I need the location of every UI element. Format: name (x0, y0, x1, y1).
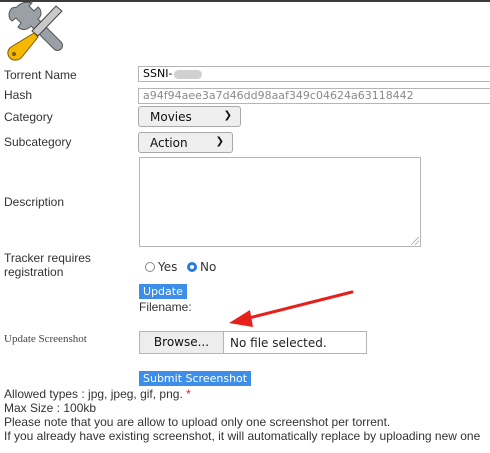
description-label: Description (4, 195, 65, 209)
top-bar (0, 0, 490, 2)
redacted-blur (174, 69, 203, 79)
tracker-yes-radio[interactable] (145, 262, 155, 272)
torrent-name-label: Torrent Name (4, 68, 77, 82)
tracker-label-line2: registration (4, 265, 64, 279)
update-screenshot-label: Update Screenshot (4, 333, 87, 345)
update-button[interactable]: Update (139, 284, 187, 299)
hash-input[interactable]: a94f94aee3a7d46dd98aaf349c04624a63118442 (138, 88, 490, 104)
one-screenshot-note: Please note that you are allow to upload… (4, 415, 391, 429)
replace-note: If you already have existing screenshot,… (4, 429, 481, 443)
category-label: Category (4, 110, 53, 124)
tracker-label-line1: Tracker requires (4, 251, 91, 265)
hash-label: Hash (4, 88, 33, 102)
allowed-types-note: Allowed types : jpg, jpeg, gif, png. * (4, 388, 191, 401)
chevron-down-icon: ❯ (215, 136, 224, 147)
browse-button[interactable]: Browse... (140, 332, 224, 353)
submit-screenshot-button[interactable]: Submit Screenshot (139, 371, 252, 386)
description-textarea[interactable] (139, 157, 421, 247)
torrent-name-value: SSNI- (143, 67, 173, 80)
allowed-types-text: Allowed types : jpg, jpeg, gif, png. (4, 387, 183, 401)
tracker-yes-label: Yes (158, 260, 178, 274)
resize-grip-icon[interactable] (411, 237, 419, 245)
wrench-screwdriver-icon (7, 2, 63, 61)
category-selected-value: Movies (150, 110, 192, 124)
no-file-text: No file selected. (230, 336, 327, 350)
tracker-no-radio[interactable] (187, 262, 197, 272)
screenshot-file-input[interactable]: Browse... No file selected. (139, 331, 367, 354)
subcategory-selected-value: Action (150, 136, 188, 150)
tracker-no-label: No (200, 260, 217, 274)
torrent-name-input[interactable]: SSNI- (138, 66, 490, 82)
required-mark: * (186, 387, 191, 401)
filename-label: Filename: (139, 300, 192, 314)
chevron-down-icon: ❯ (223, 110, 232, 121)
subcategory-label: Subcategory (4, 135, 72, 149)
subcategory-select[interactable]: Action ❯ (138, 132, 233, 153)
max-size-note: Max Size : 100kb (4, 401, 97, 415)
category-select[interactable]: Movies ❯ (138, 106, 241, 127)
